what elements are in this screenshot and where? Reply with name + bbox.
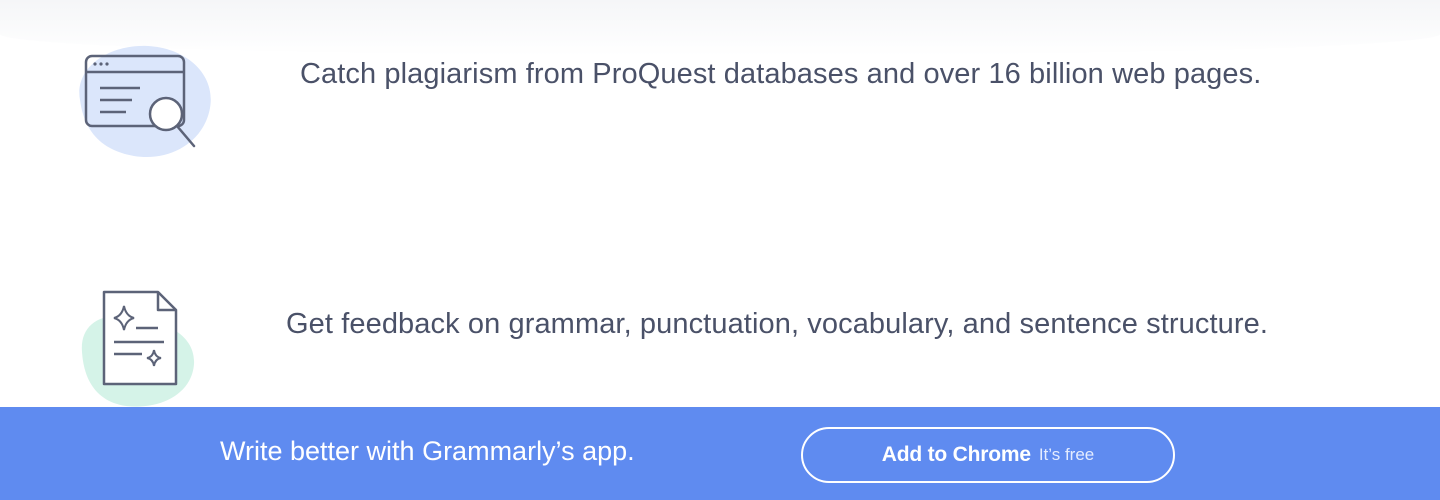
add-to-chrome-button[interactable]: Add to Chrome It’s free bbox=[801, 427, 1175, 483]
add-to-chrome-label: Add to Chrome bbox=[881, 443, 1031, 466]
install-banner: Write better with Grammarly’s app. Add t… bbox=[0, 407, 1440, 500]
page: Catch plagiarism from ProQuest databases… bbox=[0, 0, 1440, 500]
feature-plagiarism: Catch plagiarism from ProQuest databases… bbox=[0, 0, 1440, 180]
feature-feedback: Get feedback on grammar, punctuation, vo… bbox=[0, 270, 1440, 410]
its-free-label: It’s free bbox=[1038, 445, 1095, 464]
document-sparkle-icon bbox=[74, 286, 204, 411]
feature-feedback-text: Get feedback on grammar, punctuation, vo… bbox=[286, 308, 1269, 340]
browser-search-icon bbox=[70, 38, 220, 168]
banner-text: Write better with Grammarly’s app. bbox=[220, 436, 635, 466]
feature-plagiarism-text: Catch plagiarism from ProQuest databases… bbox=[300, 58, 1262, 90]
